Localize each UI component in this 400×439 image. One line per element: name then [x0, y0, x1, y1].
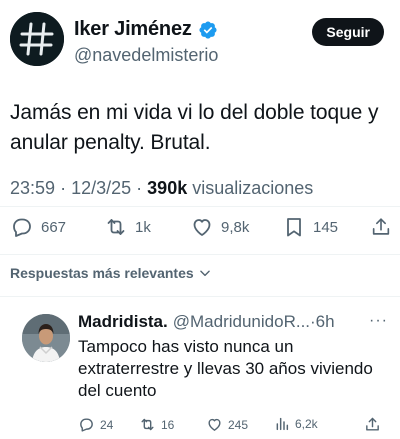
- share-button[interactable]: [370, 215, 392, 239]
- share-icon: [366, 417, 379, 431]
- reply-retweet-button[interactable]: 16: [139, 416, 174, 433]
- tweet-time[interactable]: 23:59: [10, 178, 55, 198]
- views-count: 390k: [147, 178, 188, 198]
- views-label: visualizaciones: [192, 178, 314, 198]
- tweet-meta: 23:59 · 12/3/25 · 390k visualizaciones: [10, 178, 313, 199]
- player-photo-icon: [22, 314, 70, 362]
- reply-time[interactable]: ·6h: [310, 312, 335, 332]
- reply-tweet[interactable]: Madridista. @MadridunidoR... ·6h ··· Tam…: [0, 306, 400, 439]
- reply-views-count: 6,2k: [295, 417, 318, 431]
- reply-icon: [80, 418, 93, 432]
- reply-like-button[interactable]: 245: [206, 416, 248, 433]
- replies-sort-label: Respuestas más relevantes: [10, 265, 194, 281]
- bookmark-button[interactable]: 145: [282, 215, 338, 239]
- reply-author-name[interactable]: Madridista.: [78, 312, 168, 332]
- author-name-row: Iker Jiménez: [74, 18, 218, 41]
- author-avatar[interactable]: [10, 12, 64, 66]
- more-icon[interactable]: ···: [369, 312, 388, 330]
- retweet-icon: [107, 219, 125, 235]
- share-icon: [372, 218, 390, 235]
- reply-reply-count: 24: [100, 417, 114, 432]
- retweet-button[interactable]: 1k: [104, 215, 151, 239]
- tweet-date[interactable]: 12/3/25: [71, 178, 131, 198]
- retweet-count: 1k: [135, 218, 151, 236]
- heart-icon: [193, 219, 211, 236]
- tweet-text: Jamás en mi vida vi lo del doble toque y…: [10, 101, 379, 154]
- heart-icon: [208, 418, 221, 431]
- like-count: 9,8k: [221, 218, 250, 236]
- reply-text: Tampoco has visto nunca un extraterrestr…: [78, 337, 373, 400]
- divider: [0, 296, 400, 297]
- reply-button[interactable]: 667: [10, 215, 66, 239]
- divider: [0, 206, 400, 207]
- follow-button[interactable]: Seguir: [312, 18, 384, 46]
- reply-retweet-count: 16: [161, 417, 175, 432]
- reply-author-handle[interactable]: @MadridunidoR...: [173, 312, 310, 332]
- author-handle[interactable]: @navedelmisterio: [74, 45, 218, 66]
- like-button[interactable]: 9,8k: [190, 215, 249, 239]
- reply-actions: 24 16 245 6,2k: [78, 416, 388, 436]
- verified-badge-icon: [198, 20, 218, 40]
- reply-views-button[interactable]: 6,2k: [274, 416, 318, 432]
- views-chart-icon: [276, 417, 289, 431]
- retweet-icon: [141, 418, 154, 431]
- divider: [0, 254, 400, 255]
- meta-separator: ·: [60, 178, 67, 198]
- bookmark-count: 145: [313, 218, 339, 236]
- meta-separator: ·: [136, 178, 143, 198]
- tweet-actions: 667 1k 9,8k 145: [10, 215, 392, 245]
- reply-share-button[interactable]: [364, 416, 381, 433]
- reply-like-count: 245: [228, 417, 249, 432]
- bookmark-icon: [287, 218, 301, 237]
- reply-header: Madridista. @MadridunidoR... ·6h: [78, 312, 378, 332]
- author-name[interactable]: Iker Jiménez: [74, 18, 192, 41]
- hashtag-logo-icon: [10, 12, 64, 66]
- tweet-header: Iker Jiménez @navedelmisterio Seguir: [10, 12, 390, 68]
- reply-avatar[interactable]: [22, 314, 70, 362]
- reply-reply-button[interactable]: 24: [78, 416, 113, 433]
- reply-icon: [13, 218, 31, 237]
- replies-sort-selector[interactable]: Respuestas más relevantes: [10, 265, 212, 281]
- reply-count: 667: [41, 218, 67, 236]
- chevron-down-icon: [199, 270, 210, 277]
